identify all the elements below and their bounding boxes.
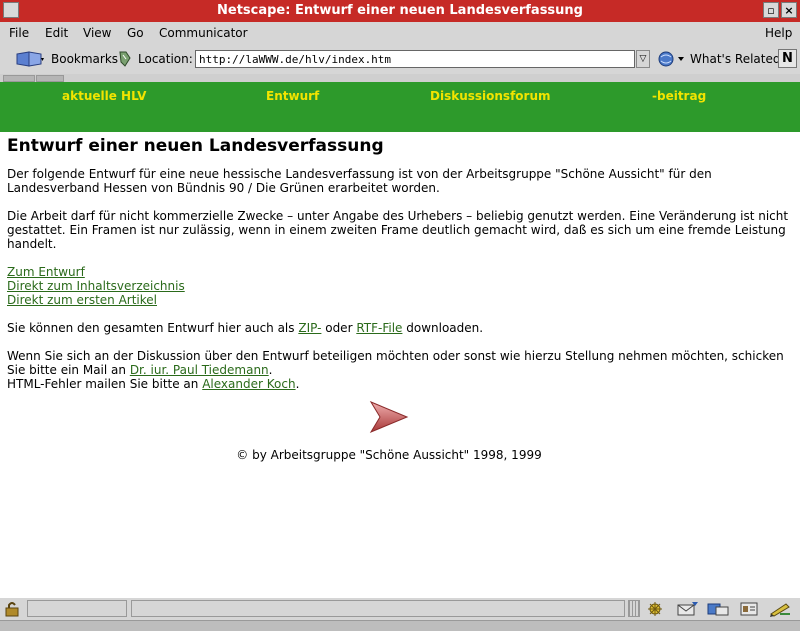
newsgroups-icon[interactable] xyxy=(706,601,730,621)
nav-link-beitrag[interactable]: -beitrag xyxy=(652,89,706,103)
netscape-logo-letter: N xyxy=(782,51,793,66)
url-input[interactable]: http://laWWW.de/hlv/index.htm xyxy=(195,50,635,68)
contact-text: . xyxy=(268,363,273,377)
download-paragraph: Sie können den gesamten Entwurf hier auc… xyxy=(7,321,792,335)
link-inhaltsverzeichnis[interactable]: Direkt zum Inhaltsverzeichnis xyxy=(7,279,185,293)
location-label: Location: xyxy=(138,52,193,66)
site-nav-bar: aktuelle HLV Entwurf Diskussionsforum -b… xyxy=(0,82,800,132)
page-viewport: aktuelle HLV Entwurf Diskussionsforum -b… xyxy=(0,82,800,598)
download-text: downloaden. xyxy=(402,321,484,335)
whats-related-button[interactable]: What's Related xyxy=(690,52,780,66)
whats-related-icon[interactable] xyxy=(656,50,686,71)
status-bar xyxy=(0,598,800,620)
menu-view[interactable]: View xyxy=(83,26,111,40)
zip-link[interactable]: ZIP- xyxy=(298,321,321,335)
rtf-link[interactable]: RTF-File xyxy=(356,321,402,335)
license-paragraph: Die Arbeit darf für nicht kommerzielle Z… xyxy=(7,209,789,251)
bookmarks-icon[interactable] xyxy=(15,50,45,71)
bookmarks-button[interactable]: Bookmarks xyxy=(51,52,118,66)
menu-communicator[interactable]: Communicator xyxy=(159,26,248,40)
menu-bar: File Edit View Go Communicator Help xyxy=(0,22,800,44)
toolbar-grip[interactable] xyxy=(3,75,35,82)
copyright-notice: © by Arbeitsgruppe "Schöne Aussicht" 199… xyxy=(236,448,542,462)
window-title: Netscape: Entwurf einer neuen Landesverf… xyxy=(217,3,583,18)
status-grip xyxy=(628,600,640,617)
page-content: Entwurf einer neuen Landesverfassung Der… xyxy=(7,134,792,405)
nav-link-diskussionsforum[interactable]: Diskussionsforum xyxy=(430,89,551,103)
location-bookmark-icon[interactable] xyxy=(117,50,133,71)
url-dropdown-icon[interactable]: ▽ xyxy=(636,50,650,68)
menu-help[interactable]: Help xyxy=(765,26,792,40)
download-text: Sie können den gesamten Entwurf hier auc… xyxy=(7,321,299,335)
html-error-text: . xyxy=(295,377,300,391)
link-zum-entwurf[interactable]: Zum Entwurf xyxy=(7,265,85,279)
nav-link-entwurf[interactable]: Entwurf xyxy=(266,89,319,103)
progress-field xyxy=(27,600,127,617)
security-lock-icon[interactable] xyxy=(3,601,23,621)
mail-koch-link[interactable]: Alexander Koch xyxy=(202,377,295,391)
contact-text: Wenn Sie sich an der Diskussion über den… xyxy=(7,349,784,377)
contact-paragraph: Wenn Sie sich an der Diskussion über den… xyxy=(7,349,792,391)
address-book-icon[interactable] xyxy=(738,601,760,621)
minimize-button[interactable]: ▫ xyxy=(763,2,779,18)
page-heading: Entwurf einer neuen Landesverfassung xyxy=(7,136,384,156)
intro-paragraph: Der folgende Entwurf für eine neue hessi… xyxy=(7,167,712,195)
composer-icon[interactable] xyxy=(768,601,792,621)
status-text-field xyxy=(131,600,625,617)
netscape-logo-icon: N xyxy=(778,49,797,68)
menu-go[interactable]: Go xyxy=(127,26,144,40)
nav-link-aktuelle-hlv[interactable]: aktuelle HLV xyxy=(62,89,146,103)
mail-tiedemann-link[interactable]: Dr. iur. Paul Tiedemann xyxy=(130,363,269,377)
html-error-text: HTML-Fehler mailen Sie bitte an xyxy=(7,377,203,391)
location-toolbar: Bookmarks Location: http://laWWW.de/hlv/… xyxy=(0,44,800,74)
download-text: oder xyxy=(321,321,357,335)
menu-edit[interactable]: Edit xyxy=(45,26,68,40)
mail-icon[interactable] xyxy=(676,601,700,621)
link-erster-artikel[interactable]: Direkt zum ersten Artikel xyxy=(7,293,157,307)
next-arrow-icon[interactable] xyxy=(368,400,410,438)
navigator-icon[interactable] xyxy=(645,601,665,621)
menu-file[interactable]: File xyxy=(9,26,29,40)
link-list: Zum Entwurf Direkt zum Inhaltsverzeichni… xyxy=(7,265,792,307)
toolbar-grip[interactable] xyxy=(36,75,64,82)
close-button[interactable]: × xyxy=(781,2,797,18)
window-bottom-edge xyxy=(0,620,800,631)
window-title-bar: Netscape: Entwurf einer neuen Landesverf… xyxy=(0,0,800,22)
